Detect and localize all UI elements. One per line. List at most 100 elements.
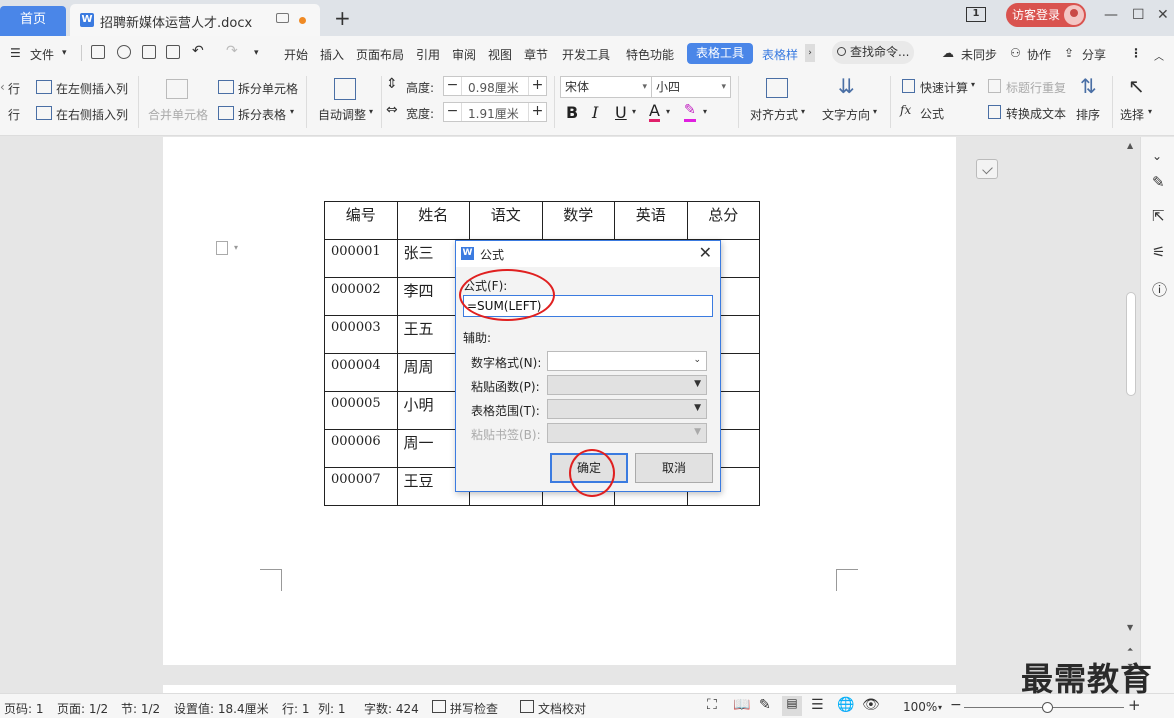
chevron-down-icon[interactable]: ▾ <box>801 107 805 116</box>
menu-review[interactable]: 审阅 <box>452 46 476 63</box>
header-cell[interactable]: 数学 <box>541 201 615 240</box>
reading-mode-icon[interactable]: 📖 <box>733 697 750 713</box>
italic-button[interactable]: I <box>592 103 598 122</box>
web-view-icon[interactable]: 🌐 <box>837 697 854 713</box>
hamburger-icon[interactable]: ☰ <box>10 46 21 60</box>
status-word-count[interactable]: 字数: 424 <box>364 700 419 717</box>
convert-to-text-button[interactable]: 转换成文本 <box>1006 105 1066 122</box>
table-cell[interactable]: 000007 <box>324 467 398 506</box>
increase-width-button[interactable]: + <box>528 103 546 121</box>
table-range-select[interactable]: ▼ <box>547 399 707 419</box>
chevron-down-icon[interactable]: ▾ <box>873 107 877 116</box>
split-cells-button[interactable]: 拆分单元格 <box>238 80 298 97</box>
chevron-down-icon[interactable]: ⌄ <box>1152 149 1166 163</box>
menu-insert[interactable]: 插入 <box>320 46 344 63</box>
repeat-header-button[interactable]: 标题行重复 <box>1006 79 1066 96</box>
bold-button[interactable]: B <box>566 103 578 122</box>
insert-row-above-button[interactable]: 行 <box>8 80 20 97</box>
collapse-panel-button[interactable] <box>976 159 998 179</box>
paragraph-note-icon[interactable] <box>216 241 228 255</box>
undo-icon[interactable]: ↶ <box>192 43 204 59</box>
insert-column-left-button[interactable]: 在左侧插入列 <box>56 80 128 97</box>
proofread-button[interactable]: 文档校对 <box>538 700 586 717</box>
table-cell[interactable]: 000001 <box>324 239 398 278</box>
status-pages[interactable]: 页面: 1/2 <box>57 700 108 717</box>
menu-page-layout[interactable]: 页面布局 <box>356 46 404 63</box>
collaborate-icon[interactable]: ⚇ <box>1010 46 1021 60</box>
tab-home[interactable]: 首页 <box>0 6 66 36</box>
font-color-button[interactable]: A <box>649 102 660 122</box>
cursor-icon[interactable]: ⇱ <box>1152 207 1166 225</box>
sliders-icon[interactable]: ⚟ <box>1152 243 1166 261</box>
increase-height-button[interactable]: + <box>528 77 546 95</box>
paste-function-select[interactable]: ▼ <box>547 375 707 395</box>
tabs-scroll-right-icon[interactable]: › <box>805 44 815 62</box>
chevron-down-icon[interactable]: ▾ <box>971 80 975 89</box>
status-row[interactable]: 行: 1 <box>282 700 310 717</box>
minimize-button[interactable]: — <box>1104 7 1118 23</box>
status-page-number[interactable]: 页码: 1 <box>4 700 44 717</box>
chevron-down-icon[interactable]: ▾ <box>632 107 636 116</box>
merge-cells-button[interactable]: 合并单元格 <box>148 106 208 123</box>
alignment-button[interactable]: 对齐方式 <box>750 106 798 123</box>
highlight-icon[interactable]: ✎ <box>684 102 696 122</box>
insert-column-right-button[interactable]: 在右侧插入列 <box>56 106 128 123</box>
header-cell[interactable]: 英语 <box>614 201 688 240</box>
collapse-ribbon-icon[interactable]: ︿ <box>1154 48 1164 63</box>
guest-login-button[interactable]: 访客登录 <box>1006 3 1086 27</box>
chevron-down-icon[interactable]: ▾ <box>290 107 294 116</box>
new-tab-button[interactable]: + <box>334 8 351 28</box>
header-cell[interactable]: 语文 <box>469 201 543 240</box>
status-setting[interactable]: 设置值: 18.4厘米 <box>174 700 269 717</box>
print-preview-icon[interactable] <box>166 45 180 59</box>
menu-file[interactable]: 文件 <box>30 46 54 63</box>
sync-status[interactable]: 未同步 <box>961 46 997 63</box>
status-column[interactable]: 列: 1 <box>318 700 346 717</box>
zoom-slider-knob[interactable] <box>1042 702 1053 713</box>
monitor-icon[interactable] <box>276 13 289 23</box>
column-width-value[interactable]: 1.91厘米 <box>468 105 519 122</box>
menu-start[interactable]: 开始 <box>284 46 308 63</box>
decrease-width-button[interactable]: − <box>444 103 462 121</box>
font-family-select[interactable]: 宋体 ▾ <box>560 76 652 98</box>
table-cell[interactable]: 000006 <box>324 429 398 468</box>
cancel-button[interactable]: 取消 <box>635 453 713 483</box>
chevron-down-icon[interactable]: ▾ <box>1148 107 1152 116</box>
header-cell[interactable]: 编号 <box>324 201 398 240</box>
export-icon[interactable] <box>117 45 131 59</box>
chevron-down-icon[interactable]: ▾ <box>234 243 238 252</box>
row-height-value[interactable]: 0.98厘米 <box>468 79 519 96</box>
menu-references[interactable]: 引用 <box>416 46 440 63</box>
save-icon[interactable] <box>91 45 105 59</box>
tab-table-style[interactable]: 表格样 <box>762 46 798 63</box>
chevron-down-icon[interactable]: ▾ <box>369 107 373 116</box>
share-button[interactable]: 分享 <box>1082 46 1106 63</box>
chevron-down-icon[interactable]: ▾ <box>703 107 707 116</box>
font-size-select[interactable]: 小四 ▾ <box>651 76 731 98</box>
menu-developer[interactable]: 开发工具 <box>562 46 610 63</box>
zoom-level[interactable]: 100% <box>903 700 937 714</box>
table-cell[interactable]: 000002 <box>324 277 398 316</box>
tab-document[interactable]: W 招聘新媒体运营人才.docx <box>70 4 320 36</box>
dialog-title-bar[interactable]: W 公式 ✕ <box>456 241 720 267</box>
formula-button[interactable]: 公式 <box>920 105 944 122</box>
window-count-badge[interactable]: 1 <box>966 7 986 22</box>
more-icon[interactable]: ⋮ <box>1130 46 1142 60</box>
zoom-out-button[interactable]: − <box>950 697 962 713</box>
chevron-down-icon[interactable]: ▾ <box>62 48 67 58</box>
text-direction-button[interactable]: 文字方向 <box>822 106 870 123</box>
maximize-button[interactable]: ☐ <box>1132 7 1145 23</box>
cloud-sync-icon[interactable]: ☁ <box>942 46 954 60</box>
split-table-button[interactable]: 拆分表格 <box>238 106 286 123</box>
tab-table-tools[interactable]: 表格工具 <box>687 43 753 64</box>
table-cell[interactable]: 000004 <box>324 353 398 392</box>
row-height-stepper[interactable]: − 0.98厘米 + <box>443 76 547 96</box>
outline-view-icon[interactable]: ☰ <box>811 697 824 713</box>
redo-icon[interactable]: ↷ <box>226 43 238 59</box>
help-icon[interactable]: ⓘ <box>1152 279 1167 299</box>
table-cell[interactable]: 000003 <box>324 315 398 354</box>
menu-special[interactable]: 特色功能 <box>626 46 674 63</box>
fullscreen-icon[interactable]: ⛶ <box>707 697 717 713</box>
eye-protection-icon[interactable]: 👁 <box>862 697 880 713</box>
edit-mode-icon[interactable]: ✎ <box>759 697 771 713</box>
